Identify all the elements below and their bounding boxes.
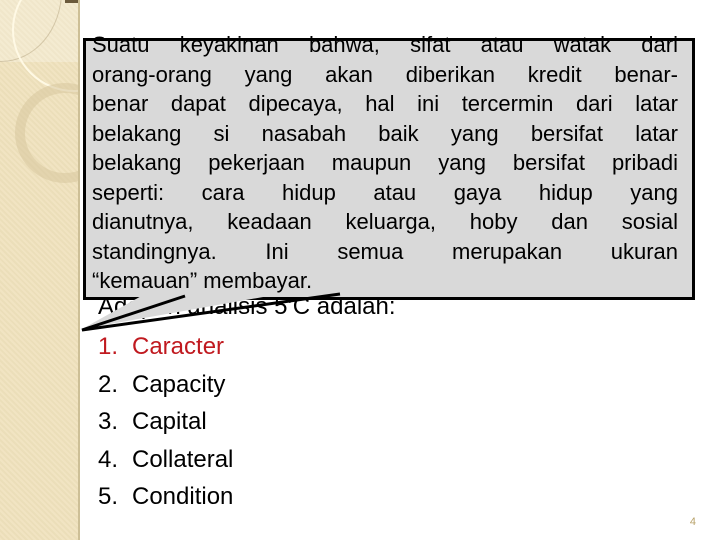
list-item: 2. Capacity	[98, 370, 233, 408]
five-c-list: 1. Caracter 2. Capacity 3. Capital 4. Collat…	[98, 332, 233, 520]
list-item: 5. Condition	[98, 482, 233, 520]
decorative-ring	[12, 0, 78, 92]
list-item: 4. Collateral	[98, 445, 233, 483]
callout-text: Suatu keyakinan bahwa, sifat atau watak …	[92, 30, 678, 296]
list-item: 1. Caracter	[98, 332, 233, 370]
callout-line: belakang si nasabah baik yang bersifat l…	[92, 120, 678, 146]
list-number: 5.	[98, 483, 119, 510]
list-number: 3.	[98, 408, 119, 435]
callout-line: “kemauan” membayar.	[92, 268, 313, 293]
list-number: 1.	[98, 333, 119, 360]
list-label: Capacity	[132, 370, 226, 398]
decorative-ring	[15, 83, 78, 183]
list-label: Caracter	[132, 333, 225, 360]
list-label: Capital	[132, 408, 207, 435]
callout-line: benar dapat dipecaya, hal ini tercermin …	[92, 91, 678, 116]
list-number: 4.	[98, 445, 119, 473]
list-number: 2.	[98, 370, 119, 398]
callout-line: seperti: cara hidup atau gaya hidup yang	[92, 179, 678, 205]
callout-line: orang-orang yang akan diberikan kredit b…	[92, 61, 678, 87]
decorative-sidebar	[0, 0, 80, 540]
page-number: 4	[689, 516, 696, 528]
list-label: Condition	[132, 483, 234, 510]
callout-line: standingnya. Ini semua merupakan ukuran	[92, 238, 678, 264]
callout-line: Suatu keyakinan bahwa, sifat atau watak …	[92, 32, 678, 57]
list-label: Collateral	[132, 445, 234, 473]
callout-line: dianutnya, keadaan keluarga, hoby dan so…	[92, 209, 678, 234]
sidebar-corner-mark	[65, 0, 78, 3]
callout-line: belakang pekerjaan maupun yang bersifat …	[92, 150, 678, 175]
list-item: 3. Capital	[98, 407, 233, 445]
